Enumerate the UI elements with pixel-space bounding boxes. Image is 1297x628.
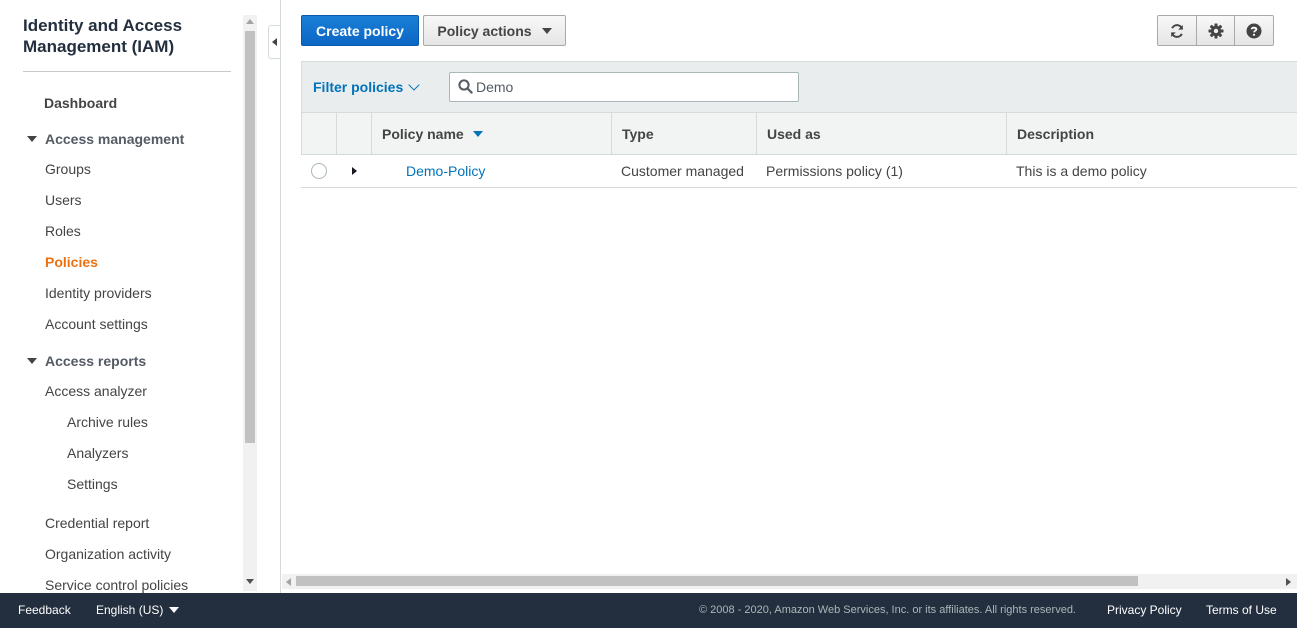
content-divider (280, 0, 281, 593)
used-as-cell: Permissions policy (1) (766, 163, 903, 179)
policy-name-link[interactable]: Demo-Policy (406, 163, 485, 179)
search-icon (458, 79, 473, 94)
settings-button[interactable] (1196, 16, 1236, 45)
caret-down-icon (27, 358, 37, 364)
sidebar-item-analyzers[interactable]: Analyzers (67, 445, 128, 461)
filter-bar: Filter policies (301, 61, 1297, 113)
caret-down-icon (169, 607, 180, 613)
chevron-down-icon[interactable] (408, 79, 420, 91)
sidebar-title: Identity and Access Management (IAM) (23, 16, 183, 56)
policy-actions-label: Policy actions (437, 22, 532, 39)
sidebar-item-organization-activity[interactable]: Organization activity (45, 546, 171, 562)
privacy-policy-link[interactable]: Privacy Policy (1107, 603, 1182, 617)
sidebar-item-roles[interactable]: Roles (45, 223, 81, 239)
sidebar-nav: Identity and Access Management (IAM) Das… (0, 0, 258, 593)
expand-row-caret-icon[interactable] (352, 167, 357, 175)
language-selector[interactable]: English (US) (96, 603, 180, 617)
search-input[interactable] (476, 77, 776, 97)
toolbar-icon-group (1157, 15, 1274, 46)
sidebar-section-label: Access management (45, 131, 185, 147)
sidebar-item-archive-rules[interactable]: Archive rules (67, 414, 148, 430)
sidebar-section-access-management[interactable]: Access management (27, 131, 184, 147)
header-select-column (302, 113, 337, 154)
scroll-down-arrow-icon[interactable] (243, 575, 257, 589)
table-row: Demo-Policy Customer managed Permissions… (301, 155, 1297, 188)
horizontal-scroll-thumb[interactable] (296, 576, 1138, 586)
policy-name-cell: Demo-Policy (406, 155, 485, 187)
sort-descending-icon (472, 130, 483, 137)
row-select-radio[interactable] (311, 163, 327, 179)
language-label: English (US) (96, 603, 164, 617)
help-icon (1246, 23, 1262, 38)
sidebar-item-users[interactable]: Users (45, 192, 82, 208)
sidebar-divider (23, 71, 231, 72)
sidebar-section-access-reports[interactable]: Access reports (27, 353, 146, 369)
sidebar-item-credential-report[interactable]: Credential report (45, 515, 149, 531)
scroll-right-arrow-icon[interactable] (1286, 578, 1291, 586)
footer: Feedback English (US) © 2008 - 2020, Ama… (0, 593, 1297, 628)
gear-icon (1208, 23, 1223, 38)
terms-of-use-link[interactable]: Terms of Use (1206, 603, 1277, 617)
refresh-button[interactable] (1158, 16, 1197, 45)
header-policy-name-label: Policy name (382, 125, 464, 142)
table-header: Policy name Type Used as Description (301, 113, 1297, 155)
sidebar-item-dashboard[interactable]: Dashboard (44, 95, 117, 111)
sidebar-item-groups[interactable]: Groups (45, 161, 91, 177)
scroll-left-arrow-icon[interactable] (286, 578, 291, 586)
caret-down-icon (541, 27, 552, 34)
feedback-link[interactable]: Feedback (18, 603, 71, 617)
sidebar-item-policies[interactable]: Policies (45, 254, 98, 270)
sidebar-item-account-settings[interactable]: Account settings (45, 316, 148, 332)
header-policy-name[interactable]: Policy name (372, 113, 612, 154)
header-expand-column (337, 113, 372, 154)
type-cell: Customer managed (621, 163, 744, 179)
sidebar-item-identity-providers[interactable]: Identity providers (45, 285, 152, 301)
search-box[interactable] (449, 72, 799, 102)
caret-down-icon (27, 136, 37, 142)
header-type[interactable]: Type (612, 113, 757, 154)
header-description[interactable]: Description (1007, 113, 1297, 154)
sidebar-scroll-thumb[interactable] (245, 31, 255, 443)
sidebar-item-settings[interactable]: Settings (67, 476, 118, 492)
help-button[interactable] (1235, 16, 1273, 45)
scroll-up-arrow-icon[interactable] (243, 15, 257, 29)
copyright-text: © 2008 - 2020, Amazon Web Services, Inc.… (699, 604, 1076, 616)
header-used-as[interactable]: Used as (757, 113, 1007, 154)
policy-actions-button[interactable]: Policy actions (423, 15, 566, 46)
refresh-icon (1170, 23, 1183, 38)
filter-policies-dropdown[interactable]: Filter policies (313, 79, 403, 95)
sidebar-item-service-control-policies[interactable]: Service control policies (45, 577, 188, 593)
create-policy-button[interactable]: Create policy (301, 15, 419, 46)
sidebar-item-access-analyzer[interactable]: Access analyzer (45, 383, 147, 399)
description-cell: This is a demo policy (1016, 163, 1147, 179)
sidebar-section-label: Access reports (45, 353, 147, 369)
